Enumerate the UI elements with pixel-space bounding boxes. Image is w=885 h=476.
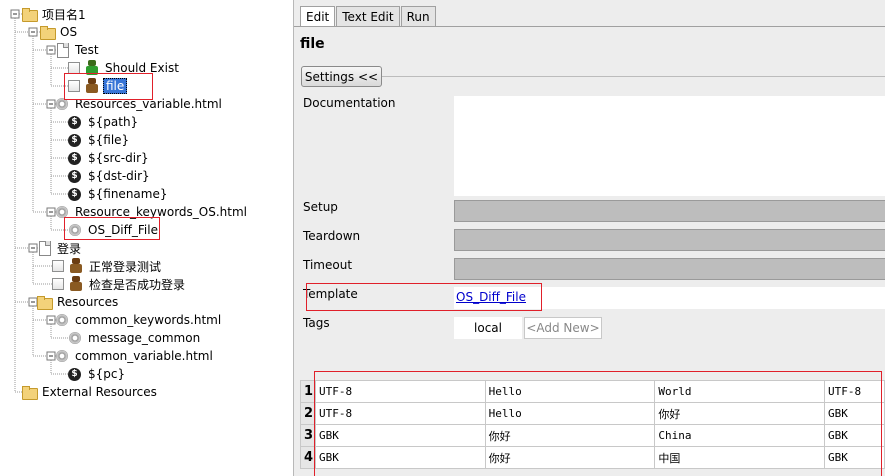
file-icon [54, 42, 70, 58]
tree-node-testcase-login-ok[interactable]: 正常登录测试 [52, 257, 163, 275]
tree-node-var-pc[interactable]: $ ${pc} [68, 365, 127, 383]
variable-icon: $ [68, 187, 81, 201]
folder-icon [39, 24, 56, 40]
tab-divider [294, 26, 885, 27]
tree-node-testcase-login-check[interactable]: 检查是否成功登录 [52, 275, 187, 293]
variable-icon: $ [68, 151, 81, 165]
tree-node-label: Resources [57, 295, 119, 309]
project-tree[interactable]: 项目名1 OS Test Should Exist file Resources… [0, 0, 289, 476]
tree-node-external-resources[interactable]: External Resources [21, 383, 159, 401]
tree-node-project[interactable]: 项目名1 [21, 5, 88, 23]
tree-node-label: ${src-dir} [88, 151, 149, 165]
file-icon [36, 240, 52, 256]
add-tag-button[interactable]: <Add New> [524, 317, 602, 339]
setup-label: Setup [303, 200, 338, 214]
checkbox[interactable] [52, 278, 64, 290]
tree-node-keyword-message-common[interactable]: message_common [67, 329, 202, 347]
tree-node-label: OS [60, 25, 78, 39]
tree-node-label: 项目名1 [42, 7, 86, 22]
tree-node-resources-dir[interactable]: Resources [36, 293, 120, 311]
tree-node-label: ${path} [88, 115, 139, 129]
tree-node-var-file[interactable]: $ ${file} [68, 131, 131, 149]
tree-node-label: ${dst-dir} [88, 169, 150, 183]
variable-icon: $ [68, 133, 81, 147]
teardown-label: Teardown [303, 229, 361, 243]
tree-node-label: 检查是否成功登录 [89, 277, 186, 292]
timeout-label: Timeout [303, 258, 353, 272]
setup-field[interactable] [454, 200, 885, 222]
tree-node-var-finename[interactable]: $ ${finename} [68, 185, 169, 203]
variable-icon: $ [68, 169, 81, 183]
settings-toggle-button[interactable]: Settings << [301, 66, 382, 87]
folder-icon [21, 384, 38, 400]
timeout-field[interactable] [454, 258, 885, 280]
tab-text-edit[interactable]: Text Edit [336, 6, 400, 26]
settings-divider [382, 76, 885, 77]
tree-node-label: ${file} [88, 133, 130, 147]
gear-icon [54, 312, 70, 328]
tree-node-label: Test [75, 43, 99, 57]
documentation-label: Documentation [303, 96, 396, 110]
gear-icon [67, 330, 83, 346]
tree-node-label: ${pc} [88, 367, 126, 381]
tree-node-label: common_keywords.html [75, 313, 222, 327]
highlight-box [306, 283, 542, 311]
page-title: file [300, 36, 325, 52]
robot-testcase-icon [69, 276, 83, 292]
checkbox[interactable] [52, 260, 64, 272]
variable-icon: $ [68, 367, 81, 381]
highlight-box [64, 217, 160, 240]
robot-testcase-icon [69, 258, 83, 274]
tree-node-common-keywords[interactable]: common_keywords.html [54, 311, 223, 329]
tags-label: Tags [303, 316, 330, 330]
tree-node-var-path[interactable]: $ ${path} [68, 113, 140, 131]
gear-icon [54, 348, 70, 364]
editor-tabs: Edit Text Edit Run [300, 6, 437, 26]
tree-node-label: message_common [88, 331, 201, 345]
tree-node-label: common_variable.html [75, 349, 213, 363]
tree-node-test-file[interactable]: Test [54, 41, 101, 59]
folder-icon [21, 6, 38, 22]
tag-local[interactable]: local [454, 317, 522, 339]
highlight-box [314, 371, 882, 476]
tree-node-label: External Resources [42, 385, 157, 399]
folder-icon [36, 294, 53, 310]
tree-node-label: 正常登录测试 [89, 259, 162, 274]
documentation-field[interactable] [454, 96, 885, 196]
editor-panel: Edit Text Edit Run file Settings << Docu… [293, 0, 885, 476]
tree-node-common-variable[interactable]: common_variable.html [54, 347, 215, 365]
tree-node-label: 登录 [57, 241, 82, 256]
tree-node-os[interactable]: OS [39, 23, 79, 41]
tab-edit[interactable]: Edit [300, 6, 336, 26]
tab-run[interactable]: Run [400, 6, 436, 26]
highlight-box [64, 73, 153, 100]
variable-icon: $ [68, 115, 81, 129]
tree-node-login-file[interactable]: 登录 [36, 239, 83, 257]
tree-node-var-dst-dir[interactable]: $ ${dst-dir} [68, 167, 152, 185]
teardown-field[interactable] [454, 229, 885, 251]
tree-node-var-src-dir[interactable]: $ ${src-dir} [68, 149, 151, 167]
tree-node-label: ${finename} [88, 187, 168, 201]
